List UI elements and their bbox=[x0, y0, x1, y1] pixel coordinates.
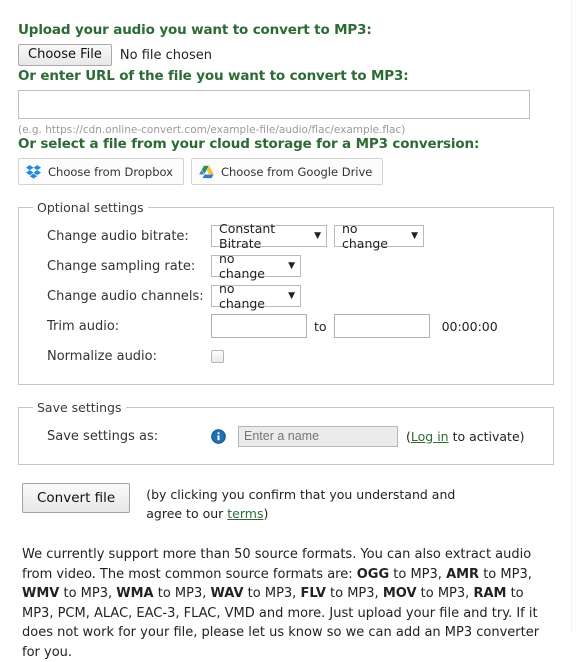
upload-heading: Upload your audio you want to convert to… bbox=[18, 22, 372, 38]
supported-formats-paragraph: We currently support more than 50 source… bbox=[22, 545, 552, 662]
audio-channels-value: no change bbox=[219, 281, 266, 311]
url-input[interactable] bbox=[18, 90, 530, 119]
no-file-chosen-label: No file chosen bbox=[119, 47, 212, 63]
audio-bitrate-second-select[interactable]: no change ▼ bbox=[334, 221, 424, 251]
row-save-settings-as: Save settings as: (Log in to activate) bbox=[29, 422, 543, 450]
row-audio-channels: Change audio channels: no change ▼ bbox=[29, 281, 543, 311]
terms-line2-suffix: ) bbox=[263, 506, 269, 521]
trim-duration-display: 00:00:00 bbox=[441, 318, 498, 334]
cloud-heading: Or select a file from your cloud storage… bbox=[18, 136, 480, 152]
trim-to-word: to bbox=[314, 318, 327, 334]
audio-bitrate-label: Change audio bitrate: bbox=[47, 228, 189, 244]
row-normalize-audio: Normalize audio: bbox=[29, 342, 543, 370]
sampling-rate-select[interactable]: no change ▼ bbox=[211, 251, 301, 281]
terms-line2-prefix: agree to our bbox=[146, 506, 228, 521]
file-upload-row: Choose File No file chosen bbox=[18, 44, 553, 66]
format-mov: MOV bbox=[382, 586, 417, 601]
terms-note: (by clicking you confirm that you unders… bbox=[146, 483, 455, 523]
audio-channels-select[interactable]: no change ▼ bbox=[211, 281, 301, 311]
sep-6: to MP3, bbox=[325, 586, 383, 601]
choose-from-dropbox-label: Choose from Dropbox bbox=[48, 164, 173, 179]
url-hint: (e.g. https://cdn.online-convert.com/exa… bbox=[18, 124, 406, 136]
chevron-down-icon: ▼ bbox=[288, 261, 295, 271]
format-wav: WAV bbox=[210, 586, 244, 601]
trim-audio-label: Trim audio: bbox=[47, 318, 120, 334]
chevron-down-icon: ▼ bbox=[411, 231, 418, 241]
sep-5: to MP3, bbox=[243, 586, 301, 601]
google-drive-icon bbox=[199, 165, 214, 179]
row-sampling-rate: Change sampling rate: no change ▼ bbox=[29, 251, 543, 281]
sep-1: to MP3, bbox=[389, 566, 447, 582]
convert-row: Convert file (by clicking you confirm th… bbox=[18, 483, 553, 523]
save-settings-name-input[interactable] bbox=[238, 425, 398, 447]
trim-end-input[interactable] bbox=[333, 314, 430, 338]
save-settings-fieldset: Save settings Save settings as: (Log in … bbox=[18, 400, 554, 465]
convert-file-button[interactable]: Convert file bbox=[22, 483, 131, 513]
format-flv: FLV bbox=[300, 586, 326, 601]
cloud-buttons-row: Choose from Dropbox Choose from Google D… bbox=[18, 158, 553, 185]
row-trim-audio: Trim audio: to 00:00:00 bbox=[29, 312, 543, 340]
terms-line1: (by clicking you confirm that you unders… bbox=[146, 487, 456, 502]
audio-bitrate-select[interactable]: Constant Bitrate ▼ bbox=[211, 221, 327, 251]
format-amr: AMR bbox=[446, 566, 480, 582]
trim-start-input[interactable] bbox=[211, 314, 307, 338]
page-container: Upload your audio you want to convert to… bbox=[0, 0, 572, 660]
normalize-audio-label: Normalize audio: bbox=[47, 348, 158, 364]
login-to-activate-note: (Log in to activate) bbox=[406, 429, 525, 444]
choose-file-button[interactable]: Choose File bbox=[18, 44, 112, 66]
sep-4: to MP3, bbox=[153, 586, 211, 601]
format-ogg: OGG bbox=[356, 566, 390, 582]
optional-settings-fieldset: Optional settings Change audio bitrate: … bbox=[18, 200, 554, 385]
choose-from-dropbox-button[interactable]: Choose from Dropbox bbox=[18, 158, 184, 185]
audio-bitrate-value: Constant Bitrate bbox=[219, 221, 276, 251]
terms-link[interactable]: terms bbox=[227, 506, 263, 521]
log-in-link[interactable]: Log in bbox=[411, 429, 449, 444]
note-suffix: to activate) bbox=[448, 428, 525, 444]
audio-bitrate-second-value: no change bbox=[342, 221, 389, 251]
sampling-rate-value: no change bbox=[219, 251, 266, 281]
sampling-rate-label: Change sampling rate: bbox=[47, 258, 196, 274]
format-ram: RAM bbox=[473, 586, 507, 601]
save-settings-as-label: Save settings as: bbox=[47, 428, 159, 444]
sep-3: to MP3, bbox=[59, 586, 117, 601]
format-wmv: WMV bbox=[22, 586, 60, 601]
chevron-down-icon: ▼ bbox=[288, 291, 295, 301]
normalize-audio-checkbox[interactable] bbox=[211, 349, 224, 363]
row-audio-bitrate: Change audio bitrate: Constant Bitrate ▼… bbox=[29, 221, 543, 251]
choose-from-google-drive-label: Choose from Google Drive bbox=[220, 164, 373, 179]
info-icon[interactable] bbox=[211, 428, 226, 444]
url-heading: Or enter URL of the file you want to con… bbox=[18, 68, 409, 84]
sep-2: to MP3, bbox=[479, 566, 532, 582]
save-settings-legend: Save settings bbox=[37, 400, 122, 415]
format-wma: WMA bbox=[116, 586, 154, 601]
audio-channels-label: Change audio channels: bbox=[47, 288, 204, 304]
dropbox-icon bbox=[26, 164, 41, 179]
optional-settings-legend: Optional settings bbox=[37, 200, 144, 215]
choose-from-google-drive-button[interactable]: Choose from Google Drive bbox=[190, 158, 384, 185]
chevron-down-icon: ▼ bbox=[314, 231, 321, 241]
sep-7: to MP3, bbox=[416, 586, 474, 601]
